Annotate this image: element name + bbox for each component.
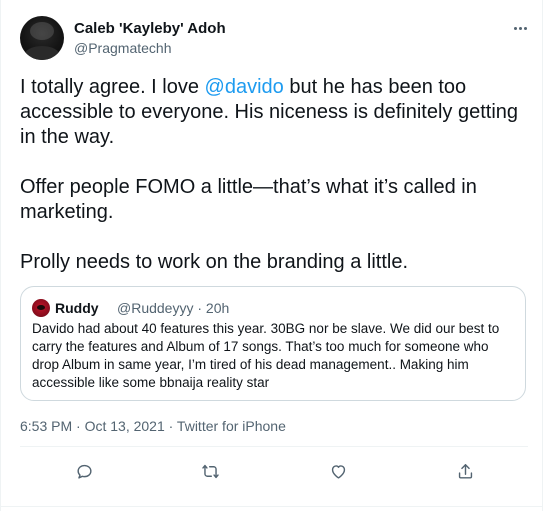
tweet-card: Caleb 'Kayleby' Adoh @Pragmatechh I tota…: [0, 0, 548, 511]
tweet-text-part: I totally agree. I love: [20, 76, 205, 98]
tweet-paragraph-1: I totally agree. I love @davido but he h…: [20, 75, 525, 150]
retweet-icon[interactable]: [200, 461, 220, 481]
tweet-timestamp[interactable]: 6:53 PM · Oct 13, 2021 · Twitter for iPh…: [20, 418, 286, 434]
left-border: [0, 0, 1, 511]
author-display-name[interactable]: Caleb 'Kayleby' Adoh: [74, 20, 226, 37]
tweet-paragraph-3: Prolly needs to work on the branding a l…: [20, 251, 408, 273]
divider: [20, 446, 528, 447]
quoted-tweet[interactable]: Ruddy @Ruddeyyy · 20h Davido had about 4…: [20, 286, 526, 401]
reply-icon[interactable]: [74, 461, 94, 481]
tweet-paragraph-2: Offer people FOMO a little—that’s what i…: [20, 176, 477, 223]
like-icon[interactable]: [328, 461, 348, 481]
quoted-avatar[interactable]: [32, 299, 50, 317]
tweet-text: I totally agree. I love @davido but he h…: [20, 75, 525, 275]
mention-link[interactable]: @davido: [205, 76, 284, 98]
share-icon[interactable]: [455, 461, 475, 481]
author-avatar[interactable]: [20, 16, 64, 60]
quoted-display-name: Ruddy: [55, 300, 99, 316]
quoted-handle-time: @Ruddeyyy · 20h: [117, 300, 230, 316]
right-border: [542, 0, 543, 511]
bottom-border: [0, 506, 542, 507]
author-handle[interactable]: @Pragmatechh: [74, 40, 171, 56]
quoted-text: Davido had about 40 features this year. …: [32, 321, 500, 390]
more-options-icon[interactable]: [510, 20, 530, 36]
